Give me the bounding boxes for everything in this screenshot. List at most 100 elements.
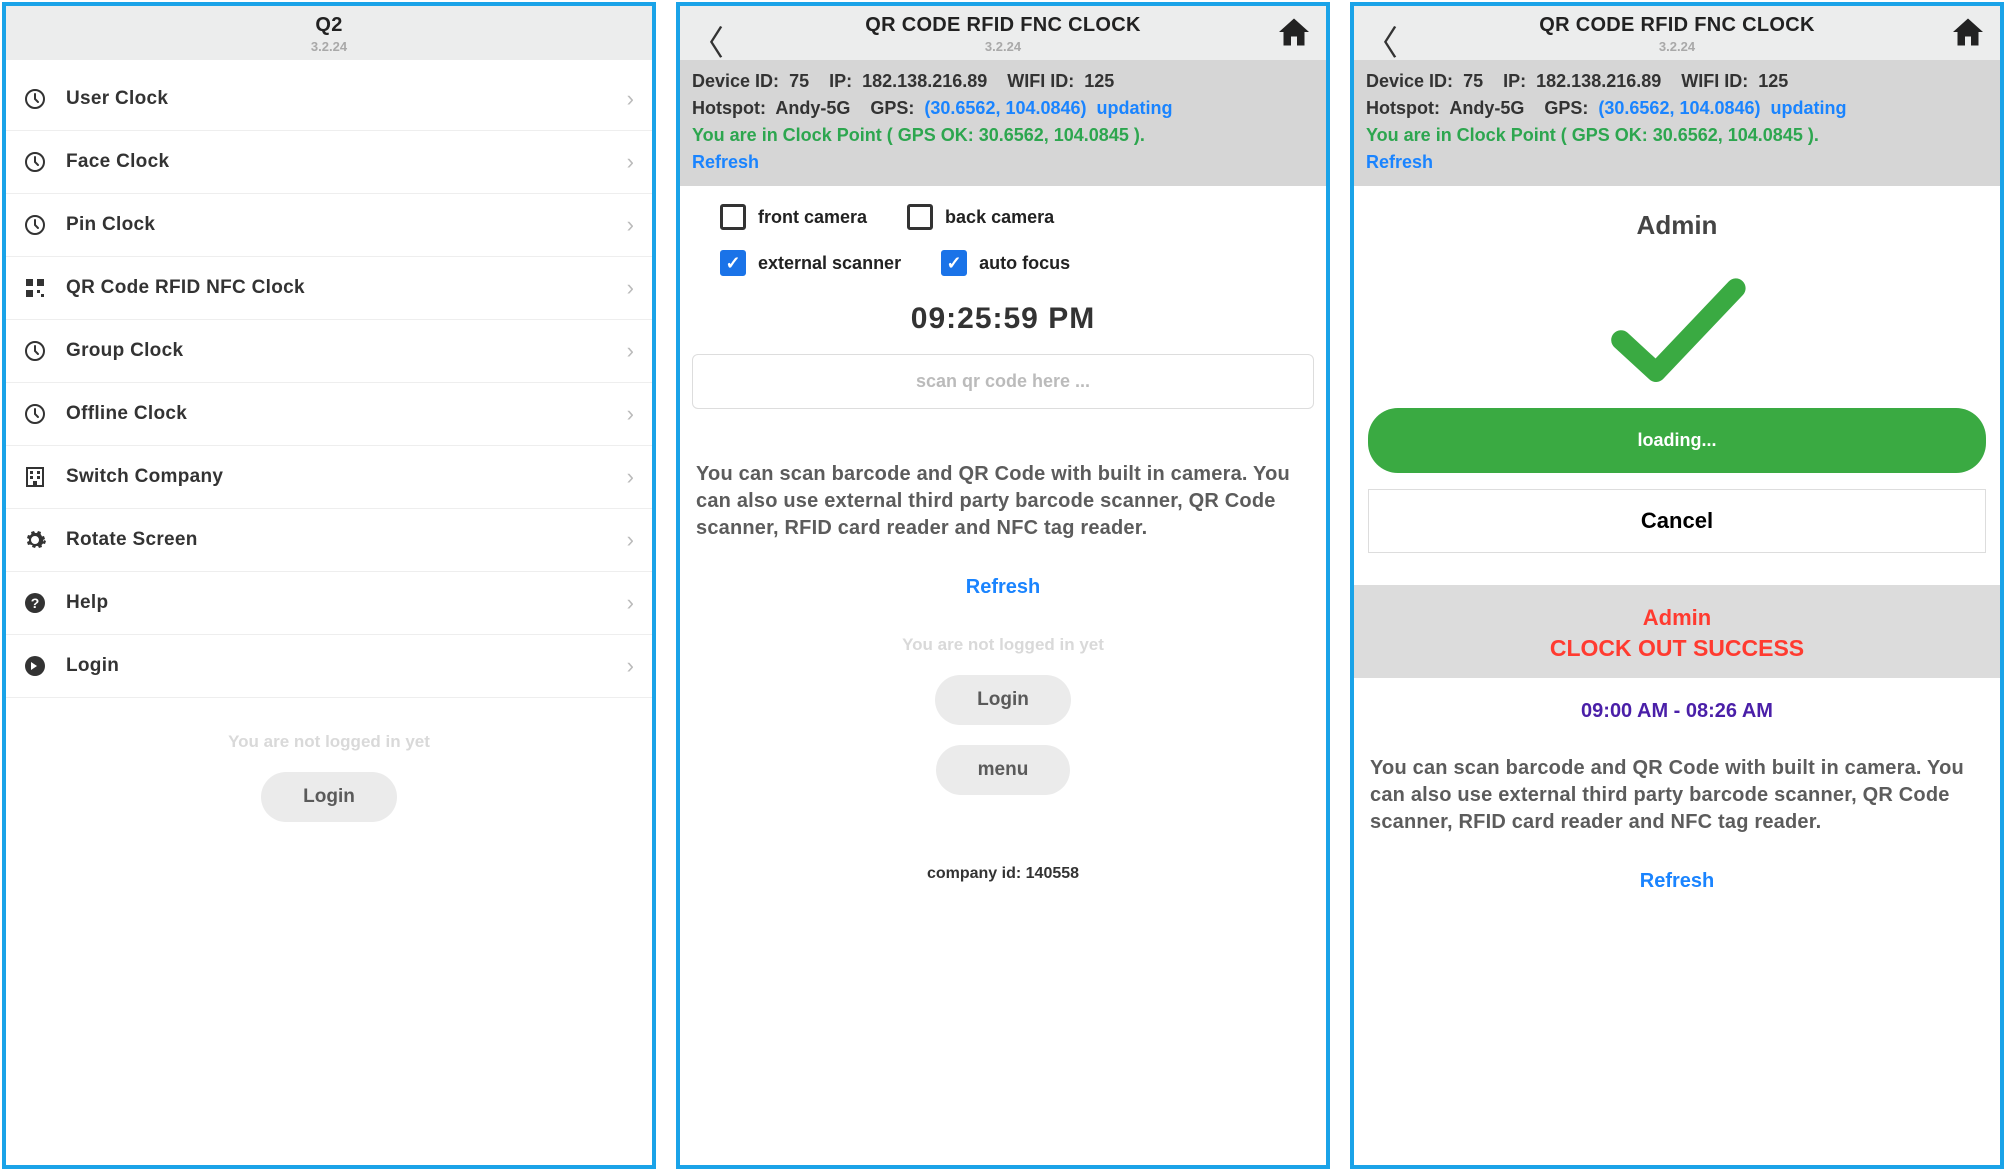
refresh-link[interactable]: Refresh: [1366, 152, 1433, 172]
menu-item-user-clock[interactable]: User Clock›: [6, 68, 652, 131]
home-icon[interactable]: [1950, 14, 1986, 55]
clock-icon: [22, 86, 48, 112]
login-button[interactable]: Login: [935, 675, 1071, 725]
clock-point-status: You are in Clock Point ( GPS OK: 30.6562…: [1366, 125, 1819, 145]
header: 〈 QR CODE RFID FNC CLOCK 3.2.24: [1354, 6, 2000, 60]
login-button[interactable]: Login: [261, 772, 397, 822]
menu-item-label: Offline Clock: [66, 403, 627, 425]
menu-item-label: Rotate Screen: [66, 529, 627, 551]
refresh-button[interactable]: Refresh: [1354, 836, 2000, 893]
gps-label: GPS:: [870, 98, 914, 118]
not-logged-label: You are not logged in yet: [6, 732, 652, 752]
admin-heading: Admin: [1354, 186, 2000, 251]
menu-button[interactable]: menu: [936, 745, 1071, 795]
gps-updating: updating: [1097, 98, 1173, 118]
footer: You are not logged in yet Login: [6, 698, 652, 822]
login-icon: [22, 653, 48, 679]
wifi-label: WIFI ID:: [1007, 71, 1074, 91]
hotspot-label: Hotspot:: [1366, 98, 1440, 118]
menu-item-face-clock[interactable]: Face Clock›: [6, 131, 652, 194]
panel-menu: Q2 3.2.24 User Clock›Face Clock›Pin Cloc…: [2, 2, 656, 1169]
auto-focus-checkbox[interactable]: auto focus: [941, 250, 1070, 276]
back-camera-label: back camera: [945, 207, 1054, 228]
app-version: 3.2.24: [6, 39, 652, 54]
menu-item-switch-company[interactable]: Switch Company›: [6, 446, 652, 509]
menu-item-group-clock[interactable]: Group Clock›: [6, 320, 652, 383]
scan-input[interactable]: scan qr code here ...: [692, 354, 1314, 409]
chevron-right-icon: ›: [627, 590, 634, 616]
back-icon[interactable]: 〈: [1364, 16, 1398, 65]
menu-item-help[interactable]: ? Help›: [6, 572, 652, 635]
gps-label: GPS:: [1544, 98, 1588, 118]
home-icon[interactable]: [1276, 14, 1312, 55]
result-box: Admin CLOCK OUT SUCCESS: [1354, 585, 2000, 678]
svg-text:?: ?: [31, 595, 40, 611]
wifi-id: 125: [1084, 71, 1114, 91]
menu-item-label: Help: [66, 592, 627, 614]
hotspot-value: Andy-5G: [775, 98, 850, 118]
front-camera-label: front camera: [758, 207, 867, 228]
menu-item-offline-clock[interactable]: Offline Clock›: [6, 383, 652, 446]
clock-icon: [22, 149, 48, 175]
result-status: CLOCK OUT SUCCESS: [1354, 635, 2000, 662]
clock-point-status: You are in Clock Point ( GPS OK: 30.6562…: [692, 125, 1145, 145]
gps-value: (30.6562, 104.0846): [924, 98, 1086, 118]
device-id-label: Device ID:: [692, 71, 779, 91]
clock-icon: [22, 401, 48, 427]
current-time: 09:25:59 PM: [680, 290, 1326, 354]
qr-icon: [22, 275, 48, 301]
wifi-id: 125: [1758, 71, 1788, 91]
screen-title: QR CODE RFID FNC CLOCK: [680, 14, 1326, 37]
panel-scan: 〈 QR CODE RFID FNC CLOCK 3.2.24 Device I…: [676, 2, 1330, 1169]
loading-button[interactable]: loading...: [1368, 408, 1986, 473]
menu-list: User Clock›Face Clock›Pin Clock›QR Code …: [6, 68, 652, 698]
menu-item-label: User Clock: [66, 88, 627, 110]
menu-item-pin-clock[interactable]: Pin Clock›: [6, 194, 652, 257]
app-version: 3.2.24: [680, 39, 1326, 54]
menu-item-label: QR Code RFID NFC Clock: [66, 277, 627, 299]
checkbox-row-1: front camera back camera: [680, 186, 1326, 240]
company-id: company id: 140558: [680, 795, 1326, 883]
building-icon: [22, 464, 48, 490]
button-stack: Login menu: [680, 655, 1326, 795]
device-id: 75: [789, 71, 809, 91]
checkbox-row-2: external scanner auto focus: [680, 240, 1326, 290]
menu-item-label: Pin Clock: [66, 214, 627, 236]
menu-item-rotate-screen[interactable]: Rotate Screen›: [6, 509, 652, 572]
clock-icon: [22, 212, 48, 238]
hotspot-label: Hotspot:: [692, 98, 766, 118]
menu-item-label: Switch Company: [66, 466, 627, 488]
refresh-link[interactable]: Refresh: [692, 152, 759, 172]
menu-item-qr-code-rfid-nfc-clock[interactable]: QR Code RFID NFC Clock›: [6, 257, 652, 320]
screen-title: QR CODE RFID FNC CLOCK: [1354, 14, 2000, 37]
app-title: Q2: [6, 14, 652, 37]
result-user: Admin: [1354, 605, 2000, 631]
cancel-button[interactable]: Cancel: [1368, 489, 1986, 553]
chevron-right-icon: ›: [627, 464, 634, 490]
chevron-right-icon: ›: [627, 86, 634, 112]
panel-result: 〈 QR CODE RFID FNC CLOCK 3.2.24 Device I…: [1350, 2, 2004, 1169]
header: 〈 QR CODE RFID FNC CLOCK 3.2.24: [680, 6, 1326, 60]
help-icon: ?: [22, 590, 48, 616]
header: Q2 3.2.24: [6, 6, 652, 60]
hotspot-value: Andy-5G: [1449, 98, 1524, 118]
external-scanner-checkbox[interactable]: external scanner: [720, 250, 901, 276]
success-check-icon: [1354, 251, 2000, 404]
chevron-right-icon: ›: [627, 275, 634, 301]
back-icon[interactable]: 〈: [690, 16, 724, 65]
refresh-button[interactable]: Refresh: [680, 542, 1326, 599]
menu-item-login[interactable]: Login›: [6, 635, 652, 698]
chevron-right-icon: ›: [627, 527, 634, 553]
gps-updating: updating: [1771, 98, 1847, 118]
time-range: 09:00 AM - 08:26 AM: [1354, 678, 2000, 729]
ip-value: 182.138.216.89: [862, 71, 987, 91]
back-camera-checkbox[interactable]: back camera: [907, 204, 1054, 230]
gear-icon: [22, 527, 48, 553]
clock-icon: [22, 338, 48, 364]
not-logged-label: You are not logged in yet: [680, 599, 1326, 655]
device-id: 75: [1463, 71, 1483, 91]
scan-info-text: You can scan barcode and QR Code with bu…: [1354, 729, 2000, 836]
front-camera-checkbox[interactable]: front camera: [720, 204, 867, 230]
ip-label: IP:: [829, 71, 852, 91]
chevron-right-icon: ›: [627, 653, 634, 679]
